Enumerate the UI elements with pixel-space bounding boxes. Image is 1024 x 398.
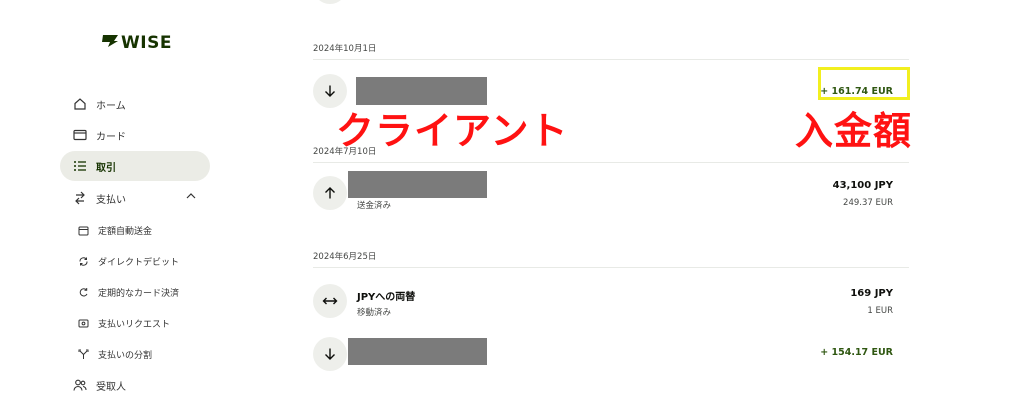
transaction-status: 移動済み [357, 308, 392, 318]
sidebar-subitem-direct-debit[interactable]: ダイレクトデビット [76, 250, 226, 272]
transaction-row[interactable]: 送金済み 43,100 JPY 249.37 EUR [313, 171, 909, 226]
redacted-counterparty [348, 171, 487, 198]
sidebar-item-label: カード [96, 131, 126, 143]
request-icon [76, 316, 90, 330]
sidebar-item-label: 取引 [96, 162, 116, 174]
arrow-down-icon [313, 337, 347, 371]
sidebar-item-label: 受取人 [96, 381, 126, 393]
transaction-amount-secondary: 249.37 EUR [843, 198, 893, 208]
sidebar-item-label: ホーム [96, 100, 126, 112]
calendar-icon [76, 223, 90, 237]
recurring-icon [76, 285, 90, 299]
transaction-row[interactable]: + 154.17 EUR [313, 337, 909, 387]
wise-wordmark: WISE [121, 33, 172, 53]
list-icon [70, 156, 90, 176]
annotation-client: クライアント [336, 109, 569, 153]
wise-flag-icon [101, 33, 119, 53]
transaction-amount-secondary: 1 EUR [867, 306, 893, 316]
transaction-amount: 169 JPY [850, 288, 893, 299]
card-icon [70, 125, 90, 145]
transaction-status: 送金済み [357, 201, 392, 211]
sidebar-subitem-scheduled-transfer[interactable]: 定額自動送金 [76, 219, 226, 241]
wise-logo[interactable]: WISE [101, 33, 172, 53]
sidebar-item-card[interactable]: カード [60, 120, 210, 150]
sidebar-item-payments[interactable]: 支払い [60, 183, 210, 213]
chevron-up-icon[interactable] [186, 192, 196, 203]
sidebar-subitem-label: 定額自動送金 [98, 226, 153, 237]
sidebar-subitem-label: 定期的なカード決済 [98, 288, 180, 299]
exchange-icon [313, 284, 347, 318]
sidebar-item-label: 支払い [96, 194, 126, 206]
sidebar-subitem-payment-request[interactable]: 支払いリクエスト [76, 312, 226, 334]
sidebar-subitem-label: ダイレクトデビット [98, 257, 180, 268]
transaction-amount: + 154.17 EUR [820, 347, 893, 358]
sidebar-item-transactions[interactable]: 取引 [60, 151, 210, 181]
date-header: 2024年10月1日 [313, 44, 377, 54]
sidebar-subitem-recurring-card[interactable]: 定期的なカード決済 [76, 281, 226, 303]
sidebar-subitem-label: 支払いリクエスト [98, 319, 171, 330]
divider [313, 162, 909, 163]
divider [313, 59, 909, 60]
sidebar-subitem-label: 支払いの分割 [98, 350, 153, 361]
transactions-list: 2024年10月1日 + 161.74 EUR 2024年7月10日 送金済み … [300, 0, 910, 398]
date-header: 2024年6月25日 [313, 252, 377, 262]
split-icon [76, 347, 90, 361]
highlight-box [818, 67, 910, 100]
people-icon [70, 375, 90, 395]
transaction-title: JPYへの両替 [357, 292, 416, 303]
annotation-amount: 入金額 [795, 109, 913, 153]
transfer-icon [70, 188, 90, 208]
arrow-up-icon [313, 176, 347, 210]
home-icon [70, 94, 90, 114]
transaction-amount: 43,100 JPY [832, 180, 893, 191]
refresh-icon [76, 254, 90, 268]
divider [313, 267, 909, 268]
sidebar: WISE ホーム カード 取引 支払い 定額自動送金 ダイレクトデビット 定期的… [0, 0, 240, 398]
redacted-counterparty [348, 338, 487, 365]
transaction-row[interactable]: JPYへの両替 移動済み 169 JPY 1 EUR [313, 284, 909, 334]
sidebar-item-recipients[interactable]: 受取人 [60, 370, 210, 398]
sidebar-item-home[interactable]: ホーム [60, 89, 210, 119]
sidebar-subitem-split-payment[interactable]: 支払いの分割 [76, 343, 226, 365]
